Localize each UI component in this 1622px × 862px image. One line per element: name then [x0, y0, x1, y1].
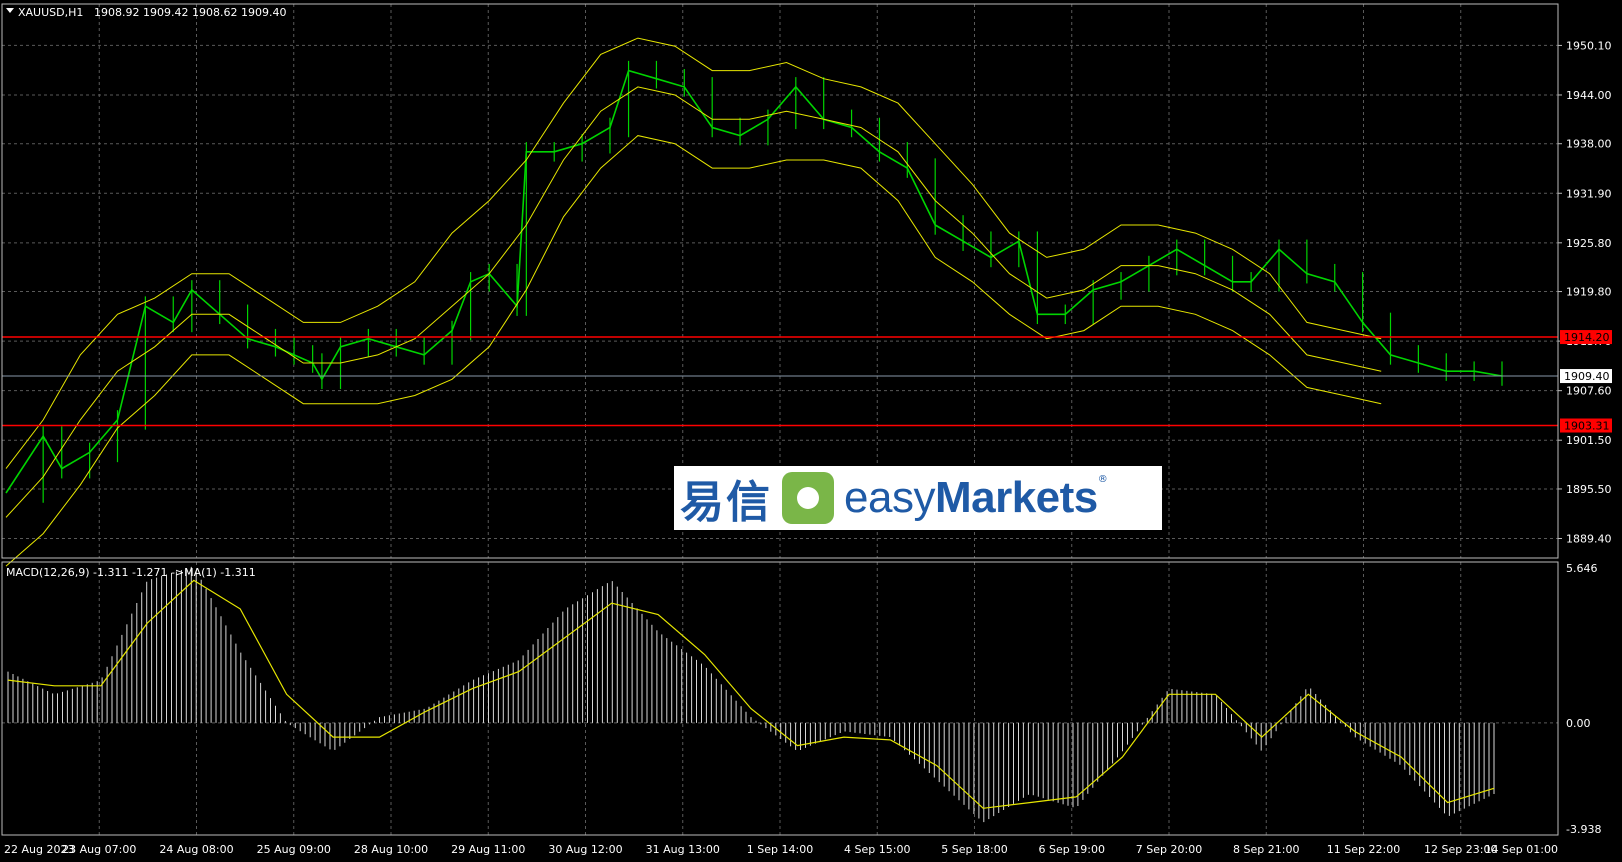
y-tick-label: 1907.60	[1566, 385, 1612, 398]
ohlc-label: 1908.92 1909.42 1908.62 1909.40	[94, 6, 286, 19]
y-tick-label: 1889.40	[1566, 533, 1612, 546]
x-tick-label: 7 Sep 20:00	[1136, 843, 1202, 856]
easymarkets-logo-icon	[782, 472, 834, 524]
y-tick-label: 1925.80	[1566, 237, 1612, 250]
chart-background	[0, 0, 1622, 862]
easymarkets-watermark: 易信 easyMarkets ®	[674, 466, 1162, 530]
y-tick-label: 1931.90	[1566, 187, 1612, 200]
y-tick-label: 1919.80	[1566, 286, 1612, 299]
y-tick-label: 1944.00	[1566, 89, 1612, 102]
x-tick-label: 1 Sep 14:00	[747, 843, 813, 856]
symbol-header: XAUUSD,H1 1908.92 1909.42 1908.62 1909.4…	[6, 6, 286, 19]
x-tick-label: 25 Aug 09:00	[257, 843, 331, 856]
x-tick-label: 4 Sep 15:00	[844, 843, 910, 856]
x-tick-label: 11 Sep 22:00	[1327, 843, 1400, 856]
y-tick-label: 1895.50	[1566, 483, 1612, 496]
y-tick-label: 1938.00	[1566, 138, 1612, 151]
x-tick-label: 8 Sep 21:00	[1233, 843, 1299, 856]
x-tick-label: 30 Aug 12:00	[548, 843, 622, 856]
y-tick-label: 1950.10	[1566, 39, 1612, 52]
x-tick-label: 24 Aug 08:00	[159, 843, 233, 856]
y-tick-label: 1901.50	[1566, 434, 1612, 447]
x-tick-label: 14 Sep 01:00	[1485, 843, 1558, 856]
watermark-en-text: easyMarkets	[844, 473, 1098, 522]
macd-y-tick-label: 5.646	[1566, 562, 1598, 575]
x-tick-label: 28 Aug 10:00	[354, 843, 428, 856]
macd-y-tick-label: 0.00	[1566, 717, 1591, 730]
current-price-badge-label: 1909.40	[1564, 370, 1610, 383]
x-tick-label: 23 Aug 07:00	[62, 843, 136, 856]
registered-mark: ®	[1097, 474, 1108, 485]
symbol-label: XAUUSD,H1	[18, 6, 83, 19]
x-tick-label: 31 Aug 13:00	[646, 843, 720, 856]
watermark-cn-text: 易信	[680, 477, 772, 528]
price-level-badge-label: 1903.31	[1564, 420, 1610, 433]
trading-chart[interactable]: 22 Aug 202323 Aug 07:00 24 Aug 08:00 25 Au…	[0, 0, 1622, 862]
macd-label: MACD(12,26,9) -1.311 -1.271 ->MA(1) -1.3…	[6, 566, 256, 579]
x-tick-label: 29 Aug 11:00	[451, 843, 525, 856]
x-tick-label: 5 Sep 18:00	[941, 843, 1007, 856]
price-level-badge-label: 1914.20	[1564, 331, 1610, 344]
macd-y-tick-label: -3.938	[1566, 823, 1601, 836]
x-tick-label: 6 Sep 19:00	[1039, 843, 1105, 856]
